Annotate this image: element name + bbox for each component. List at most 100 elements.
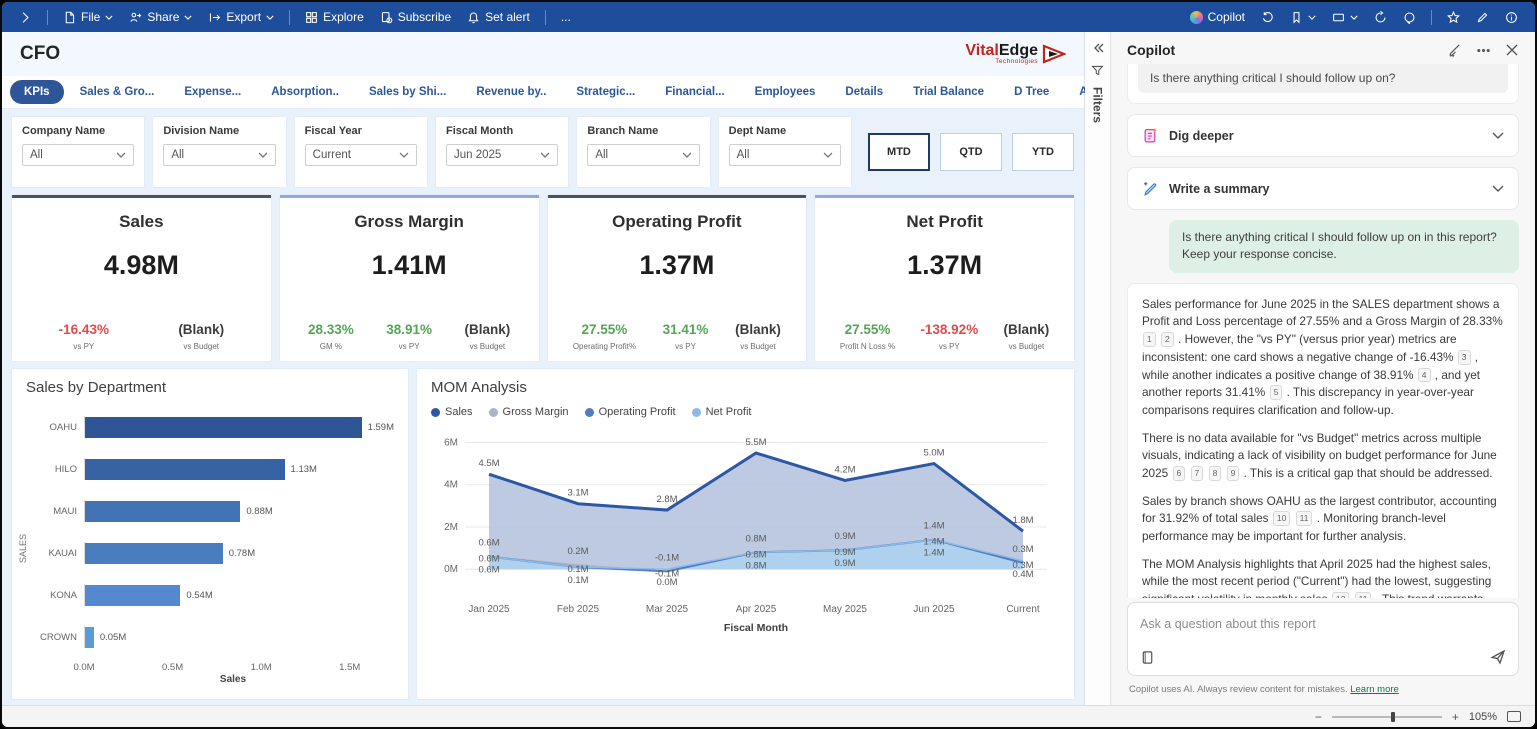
citation-chip[interactable]: 12 (1332, 592, 1349, 598)
clear-chat-icon[interactable] (1447, 43, 1462, 58)
slicer-dropdown[interactable]: All (587, 144, 699, 166)
tab-strategic[interactable]: Strategic... (562, 80, 649, 104)
comments-button[interactable] (1396, 8, 1423, 27)
zoom-slider-thumb[interactable] (1391, 712, 1395, 722)
info-button[interactable] (1498, 8, 1525, 27)
export-menu[interactable]: Export (201, 7, 281, 27)
tab-kpis[interactable]: KPIs (10, 80, 64, 104)
brand-name-primary: Vital (965, 42, 999, 59)
bar[interactable] (85, 501, 240, 522)
refresh-button[interactable] (1367, 8, 1394, 27)
more-options-button[interactable]: ... (554, 7, 578, 27)
subscribe-button[interactable]: Subscribe (373, 7, 458, 27)
slicer-dropdown[interactable]: Jun 2025 (446, 144, 558, 166)
zoom-out-button[interactable]: − (1315, 710, 1322, 724)
tab-trial-balance[interactable]: Trial Balance (899, 80, 998, 104)
bar[interactable] (85, 459, 285, 480)
view-menu[interactable] (1325, 8, 1365, 27)
bar-row[interactable]: HILO1.13M (32, 458, 394, 480)
edit-button[interactable] (1469, 8, 1496, 27)
citation-chip[interactable]: 4 (1418, 368, 1431, 383)
sales-by-department-chart[interactable]: Sales by Department SALES OAHU1.59M HILO… (12, 369, 408, 699)
slicer-dropdown[interactable]: All (163, 144, 275, 166)
slicer-row: Company Name All Division Name All Fisca… (12, 117, 1074, 187)
legend-item-sales[interactable]: Sales (431, 406, 473, 418)
slicer-dropdown[interactable]: Current (305, 144, 417, 166)
bar-row[interactable]: KAUAI0.78M (32, 542, 394, 564)
mom-analysis-chart[interactable]: MOM Analysis Sales Gross Margin Operatin… (417, 369, 1074, 699)
send-icon[interactable] (1490, 649, 1506, 665)
citation-chip[interactable]: 7 (1191, 466, 1204, 481)
citation-chip[interactable]: 11 (1296, 511, 1313, 526)
tab-employees[interactable]: Employees (741, 80, 830, 104)
bookmarks-menu[interactable] (1283, 8, 1323, 27)
share-menu-label: Share (147, 10, 179, 24)
fit-to-page-icon[interactable] (1507, 711, 1521, 722)
expand-nav-icon[interactable] (12, 8, 39, 27)
copilot-question-input[interactable] (1140, 617, 1506, 631)
period-toggle-group: MTD QTD YTD (868, 117, 1074, 187)
legend-item-operating-profit[interactable]: Operating Profit (585, 406, 676, 418)
tab-financial[interactable]: Financial... (651, 80, 738, 104)
explore-button[interactable]: Explore (298, 7, 371, 27)
kpi-card-gross-margin[interactable]: Gross Margin 1.41M 28.33%GM % 38.91%vs P… (280, 195, 539, 361)
report-page-tabs: KPIs Sales & Gro... Expense... Absorptio… (2, 76, 1084, 109)
set-alert-button[interactable]: Set alert (460, 7, 537, 27)
svg-text:-0.1M: -0.1M (655, 552, 679, 563)
citation-chip[interactable]: 10 (1273, 511, 1290, 526)
copilot-conversation[interactable]: Is there anything critical I should foll… (1111, 64, 1535, 598)
file-menu[interactable]: File (56, 7, 120, 27)
citation-chip[interactable]: 11 (1355, 592, 1372, 598)
legend-item-net-profit[interactable]: Net Profit (692, 406, 752, 418)
share-menu[interactable]: Share (122, 7, 199, 27)
qtd-button[interactable]: QTD (940, 133, 1002, 171)
citation-chip[interactable]: 3 (1458, 350, 1471, 365)
reset-button[interactable] (1254, 8, 1281, 27)
citation-chip[interactable]: 8 (1209, 466, 1222, 481)
brand-logo-icon (1042, 44, 1066, 64)
bar-row[interactable]: KONA0.54M (32, 584, 394, 606)
ytd-button[interactable]: YTD (1012, 133, 1074, 171)
bar-row[interactable]: CROWN0.05M (32, 626, 394, 648)
bar[interactable] (85, 627, 94, 648)
citation-chip[interactable]: 2 (1161, 332, 1174, 347)
bar-row[interactable]: OAHU1.59M (32, 416, 394, 438)
suggestion-write-summary[interactable]: Write a summary (1127, 167, 1519, 210)
citation-chip[interactable]: 5 (1270, 385, 1283, 400)
bar-row[interactable]: MAUI0.88M (32, 500, 394, 522)
tab-d-tree[interactable]: D Tree (1000, 80, 1063, 104)
citation-chip[interactable]: 1 (1143, 332, 1156, 347)
tab-details[interactable]: Details (831, 80, 897, 104)
more-options-icon[interactable] (1476, 43, 1491, 58)
zoom-slider[interactable] (1332, 716, 1442, 718)
expand-pane-icon[interactable] (1092, 42, 1104, 54)
prompt-guide-icon[interactable] (1140, 650, 1155, 665)
tab-absorption[interactable]: Absorption.. (257, 80, 353, 104)
filters-pane-collapsed[interactable]: Filters (1085, 32, 1111, 705)
learn-more-link[interactable]: Learn more (1350, 684, 1399, 695)
zoom-in-button[interactable]: + (1452, 710, 1459, 724)
tab-expense[interactable]: Expense... (170, 80, 255, 104)
citation-chip[interactable]: 6 (1173, 466, 1186, 481)
copilot-toolbar-button[interactable]: Copilot (1183, 7, 1252, 27)
area-chart-plot[interactable]: 0M2M4M6M4.5M3.1M2.8M5.5M4.2M5.0M1.8M0.6M… (423, 420, 1068, 634)
tab-sales-growth[interactable]: Sales & Gro... (66, 80, 169, 104)
tab-sales-by-ship[interactable]: Sales by Shi... (355, 80, 460, 104)
slicer-dropdown[interactable]: All (22, 144, 134, 166)
bar[interactable] (85, 417, 362, 438)
suggestion-dig-deeper[interactable]: Dig deeper (1127, 114, 1519, 157)
kpi-card-operating-profit[interactable]: Operating Profit 1.37M 27.55%Operating P… (548, 195, 807, 361)
legend-item-gross-margin[interactable]: Gross Margin (489, 406, 569, 418)
svg-text:0.2M: 0.2M (567, 546, 588, 557)
slicer-dropdown[interactable]: All (729, 144, 841, 166)
citation-chip[interactable]: 9 (1227, 466, 1240, 481)
mtd-button[interactable]: MTD (868, 133, 930, 171)
svg-text:1.4M: 1.4M (923, 537, 944, 548)
tab-revenue-by[interactable]: Revenue by.. (462, 80, 560, 104)
close-icon[interactable] (1505, 43, 1519, 57)
bar[interactable] (85, 585, 180, 606)
bar[interactable] (85, 543, 223, 564)
kpi-card-sales[interactable]: Sales 4.98M -16.43%vs PY (Blank)vs Budge… (12, 195, 271, 361)
favorite-button[interactable] (1440, 8, 1467, 27)
kpi-card-net-profit[interactable]: Net Profit 1.37M 27.55%Profit N Loss % -… (815, 195, 1074, 361)
